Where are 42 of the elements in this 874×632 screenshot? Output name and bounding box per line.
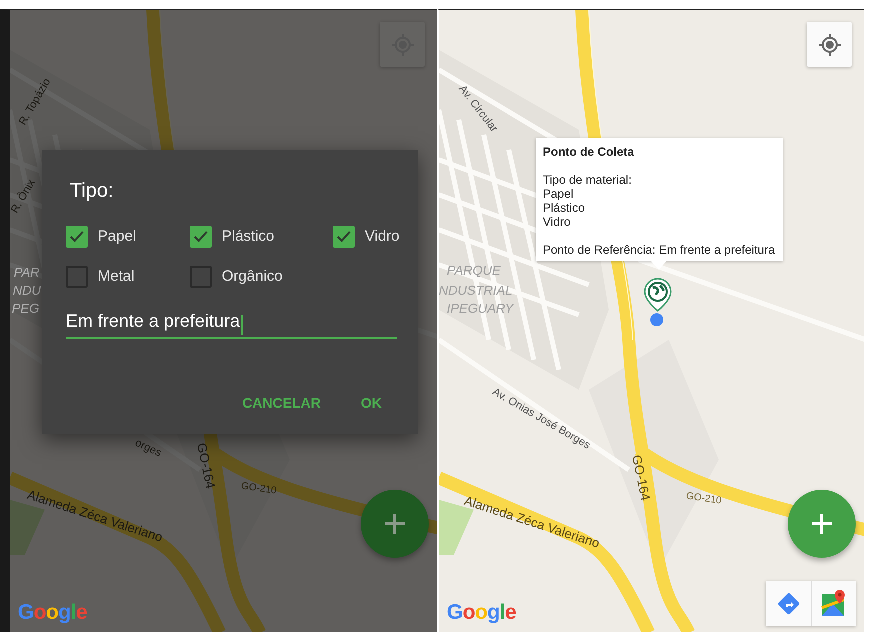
info-line: Papel: [543, 187, 575, 201]
checkbox[interactable]: [190, 226, 212, 248]
maps-app-button[interactable]: [811, 581, 856, 626]
map-label: PEG: [12, 302, 40, 315]
checkbox-label[interactable]: Vidro: [365, 226, 400, 248]
text-input-field[interactable]: Em frente a prefeitura: [66, 308, 397, 339]
map-label: IPEGUARY: [447, 302, 514, 315]
checkbox-label[interactable]: Orgânico: [222, 266, 283, 288]
dialog-button[interactable]: OK: [353, 389, 390, 418]
plus-icon: [383, 512, 407, 536]
map-label: GO-210: [240, 482, 278, 497]
map-label: PARQUE: [447, 264, 501, 277]
my-location-button[interactable]: [807, 22, 852, 67]
checkbox[interactable]: [333, 226, 355, 248]
map-logo: Google: [447, 600, 516, 626]
directions-button[interactable]: [766, 581, 811, 626]
location-dot-icon: [650, 313, 664, 327]
info-title: Ponto de Coleta: [543, 145, 636, 159]
checkbox-label[interactable]: Metal: [98, 266, 135, 288]
marker-pin-icon: [643, 278, 673, 312]
map-label: GO-164: [630, 454, 653, 502]
location-target-icon: [818, 34, 840, 56]
map-label: orges: [133, 438, 163, 460]
map-label: NDU: [13, 284, 42, 297]
info-line: Tipo de material:: [543, 173, 633, 187]
map-logo: Google: [18, 600, 88, 626]
info-line: Plástico: [543, 201, 586, 215]
info-line: Vidro: [543, 215, 572, 229]
map-label: PAR: [14, 266, 40, 279]
checkbox[interactable]: [66, 266, 88, 288]
map-pin-icon: [821, 590, 847, 618]
info-line: Ponto de Referência: Em frente a prefeitura: [543, 243, 776, 257]
checkbox-label[interactable]: Papel: [98, 226, 136, 248]
checkbox[interactable]: [66, 226, 88, 248]
checkbox[interactable]: [190, 266, 212, 288]
map-label: GO-210: [686, 492, 722, 507]
map-label: NDUSTRIAL: [439, 284, 513, 297]
checkbox-label[interactable]: Plástico: [222, 226, 275, 248]
map-label: GO-164: [195, 442, 218, 490]
plus-icon: [810, 512, 834, 536]
dialog-button[interactable]: CANCELAR: [234, 389, 329, 418]
dialog-title: Tipo:: [70, 179, 115, 204]
